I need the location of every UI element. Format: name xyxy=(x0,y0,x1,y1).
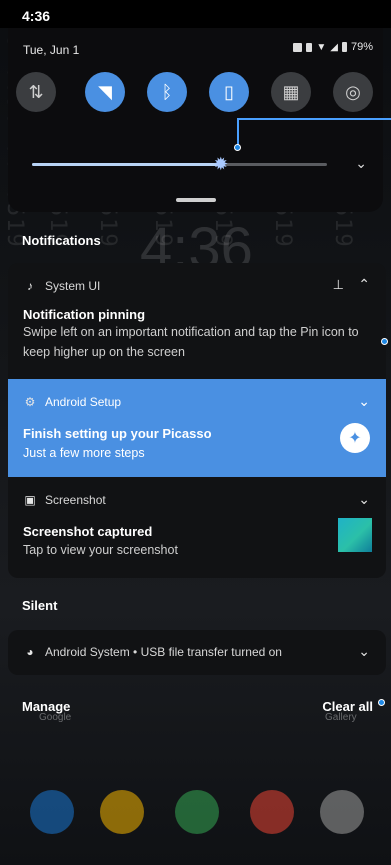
notification-actions: Manage Clear all xyxy=(0,695,391,721)
camera-icon xyxy=(320,790,364,834)
app-header: ♪ System UI xyxy=(23,279,100,293)
notification-title: Notification pinning xyxy=(23,307,146,322)
expand-chevron-icon[interactable]: ⌄ xyxy=(358,643,370,660)
image-icon: ▣ xyxy=(24,493,36,507)
vibrate-tile[interactable]: ▯ xyxy=(209,72,249,112)
notification-text: Android System • USB file transfer turne… xyxy=(45,645,282,659)
silent-header: Silent xyxy=(22,598,58,613)
callout-dot xyxy=(381,338,388,345)
notification-title: Screenshot captured xyxy=(23,524,153,539)
callout-dot xyxy=(378,699,385,706)
notification-body: Just a few more steps xyxy=(23,446,145,460)
app-name: Android Setup xyxy=(45,395,122,409)
app-header: ◕ Android System • USB file transfer tur… xyxy=(23,645,282,659)
status-icons: ▼ ◢ 79% xyxy=(293,41,373,53)
vibrate-icon: ▯ xyxy=(224,81,234,102)
qr-scanner-tile[interactable]: ▦ xyxy=(271,72,311,112)
notification-title: Finish setting up your Picasso xyxy=(23,426,212,441)
expand-chevron-icon[interactable]: ⌄ xyxy=(358,393,370,410)
data-arrows-icon: ⇅ xyxy=(28,81,44,102)
signal-icon: ◢ xyxy=(330,41,338,53)
vibrate-status-icon xyxy=(306,42,313,52)
pin-icon[interactable]: ⊥ xyxy=(333,277,344,293)
app-name: Screenshot xyxy=(45,493,106,507)
notifications-header: Notifications xyxy=(22,233,101,248)
brightness-thumb-icon[interactable]: ✹ xyxy=(211,154,231,174)
notification-android-system[interactable]: ◕ Android System • USB file transfer tur… xyxy=(8,630,386,675)
app-name: System UI xyxy=(45,279,101,293)
phone-icon xyxy=(30,790,74,834)
qr-code-icon: ▦ xyxy=(282,81,300,102)
mobile-data-tile[interactable]: ⇅ xyxy=(16,72,56,112)
notification-body: Tap to view your screenshot xyxy=(23,543,178,557)
wifi-status-icon: ▼ xyxy=(316,41,327,53)
android-icon: ◕ xyxy=(26,645,34,659)
quick-tiles: ⇅ ◥ ᛒ ▯ ▦ ◎ xyxy=(16,72,376,114)
magic-wand-icon[interactable]: ✦ xyxy=(340,423,370,453)
app-header: ▣ Screenshot xyxy=(23,493,106,507)
clear-all-button[interactable]: Clear all xyxy=(322,699,373,714)
callout-dot xyxy=(234,144,241,151)
background-dock xyxy=(0,790,391,865)
screenshot-thumbnail[interactable] xyxy=(338,518,372,552)
hotspot-tile[interactable]: ◎ xyxy=(333,72,373,112)
wifi-tile[interactable]: ◥ xyxy=(85,72,125,112)
wifi-icon: ◥ xyxy=(98,81,112,102)
notification-body: Swipe left on an important notification … xyxy=(23,325,359,359)
hotspot-icon: ◎ xyxy=(345,81,361,102)
brightness-slider[interactable]: ✹ xyxy=(32,154,327,174)
app-header: ⚙ Android Setup xyxy=(23,395,121,409)
notification-group: ♪ System UI ⊥ ⌃ Notification pinning Swi… xyxy=(8,263,386,578)
battery-icon xyxy=(341,42,347,52)
bluetooth-icon: ᛒ xyxy=(161,81,173,102)
brightness-fill xyxy=(32,163,221,166)
chrome-icon xyxy=(250,790,294,834)
manage-button[interactable]: Manage xyxy=(22,699,70,714)
bluetooth-tile[interactable]: ᛒ xyxy=(147,72,187,112)
bell-icon: ♪ xyxy=(27,279,33,293)
drag-handle[interactable] xyxy=(176,198,216,202)
notification-android-setup[interactable]: ⚙ Android Setup ⌄ Finish setting up your… xyxy=(8,379,386,477)
notification-screenshot[interactable]: ▣ Screenshot ⌄ Screenshot captured Tap t… xyxy=(8,477,386,578)
notification-system-ui[interactable]: ♪ System UI ⊥ ⌃ Notification pinning Swi… xyxy=(8,263,386,379)
battery-percent: 79% xyxy=(350,41,373,53)
quick-settings-panel: Tue, Jun 1 ▼ ◢ 79% ⇅ ◥ ᛒ ▯ ▦ ◎ ✹ ⌄ xyxy=(8,28,383,212)
expand-chevron-icon[interactable]: ⌄ xyxy=(358,491,370,508)
expand-chevron-icon[interactable]: ⌄ xyxy=(355,155,367,172)
gear-icon: ⚙ xyxy=(24,395,36,409)
collapse-chevron-icon[interactable]: ⌃ xyxy=(358,276,370,293)
screenshot-icon xyxy=(293,42,303,52)
date-label: Tue, Jun 1 xyxy=(23,43,80,57)
messages-icon xyxy=(100,790,144,834)
play-store-icon xyxy=(175,790,219,834)
status-bar: 4:36 xyxy=(0,0,391,28)
callout-line xyxy=(237,118,391,120)
status-time: 4:36 xyxy=(22,8,51,24)
